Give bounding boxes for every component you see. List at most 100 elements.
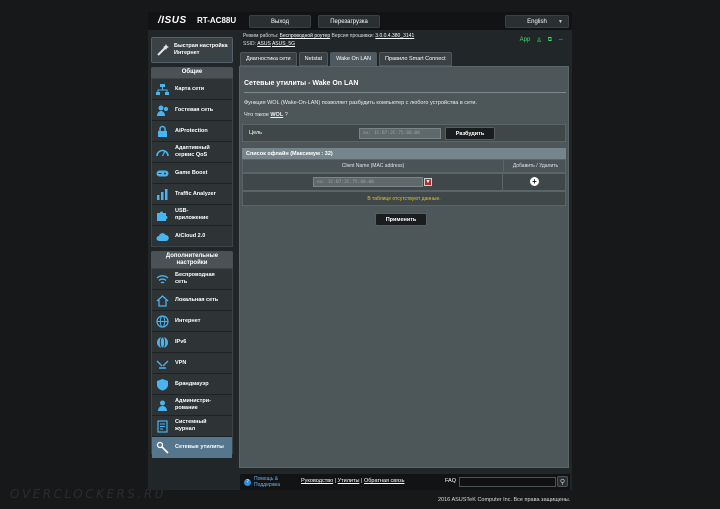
tab-network-diagnostics[interactable]: Диагностика сети: [240, 52, 297, 66]
home-icon: [156, 294, 169, 307]
help-support-link[interactable]: ? Помощь & Поддержка: [244, 476, 280, 488]
system-log-icon: [157, 419, 168, 433]
sidebar-item-lan[interactable]: Локальная сеть: [152, 290, 232, 311]
client-dropdown-button[interactable]: ▼: [424, 178, 432, 186]
sidebar-item-label: Сетевые утилиты: [175, 444, 224, 450]
sidebar-item-wireless[interactable]: Беспроводная сеть: [152, 269, 232, 290]
aiprotection-lock-icon: [158, 125, 167, 137]
wol-faq-link[interactable]: WOL: [270, 112, 283, 118]
ssid-2g-link[interactable]: ASUS: [257, 41, 271, 47]
sidebar-item-adaptive-qos[interactable]: Адаптивный сервис QoS: [152, 142, 232, 163]
add-client-button[interactable]: +: [530, 177, 539, 186]
sidebar-item-label: Брандмауэр: [175, 380, 209, 387]
column-client-name: Client Name (MAC address): [341, 163, 405, 169]
app-label[interactable]: App: [520, 37, 531, 44]
reboot-button[interactable]: Перезагрузка: [318, 15, 380, 28]
tab-smart-connect-rule[interactable]: Правило Smart Connect: [379, 52, 452, 66]
sidebar-item-vpn[interactable]: VPN: [152, 353, 232, 374]
traffic-analyzer-icon: [157, 188, 168, 200]
usb-puzzle-icon: [157, 211, 168, 221]
sidebar-item-label: Системный: [175, 419, 207, 425]
usb-status-icon[interactable]: ⇔: [558, 37, 564, 44]
page-title: Сетевые утилиты - Wake On LAN: [244, 80, 359, 87]
main-panel: Сетевые утилиты - Wake On LAN Функция WO…: [239, 66, 569, 468]
watermark: OVERCLOCKERS.RU: [10, 487, 166, 501]
sidebar-general: Карта сети Гостевая сеть AiProtection Ад…: [151, 78, 233, 247]
language-value: English: [527, 18, 547, 25]
mode-link[interactable]: Беспроводной роутер: [280, 33, 331, 39]
sidebar-item-label-line2: сервис QoS: [175, 152, 208, 158]
sidebar-item-label: IPv6: [175, 338, 187, 345]
sidebar-item-label: Карта сети: [175, 85, 205, 92]
sidebar-item-game-boost[interactable]: Game Boost: [152, 163, 232, 184]
target-row: Цель ex: 1C:B7:2C:75:00:00 Разбудить: [242, 124, 566, 142]
help-label-line2: Поддержка: [254, 482, 281, 488]
tab-netstat[interactable]: Netstat: [298, 52, 329, 66]
offline-list-title: Список офлайн (Максимум : 32): [242, 148, 566, 159]
utilities-link[interactable]: Утилиты: [338, 478, 360, 484]
column-separator: [502, 174, 503, 190]
sidebar-item-label-line2: рование: [175, 405, 198, 411]
chevron-down-icon: ▼: [558, 19, 563, 25]
wol-question-suffix: ?: [284, 112, 288, 118]
wifi-icon: [156, 274, 169, 284]
sidebar-item-administration[interactable]: Администри-рование: [152, 395, 232, 416]
sidebar-item-label: Гостевая сеть: [175, 106, 214, 113]
sidebar-item-traffic-analyzer[interactable]: Traffic Analyzer: [152, 184, 232, 205]
top-bar: /ISUS RT-AC88U Выход Перезагрузка Englis…: [148, 12, 572, 30]
quick-internet-setup-button[interactable]: Быстрая настройка Интернет: [151, 37, 233, 63]
qis-label-line1: Быстрая настройка: [174, 43, 228, 49]
copyright-text: 2016 ASUSTeK Computer Inc. Все права защ…: [438, 497, 571, 503]
sidebar-item-label: AiProtection: [175, 127, 208, 134]
asus-logo: /ISUS: [158, 15, 187, 26]
general-section-title: Общие: [151, 67, 233, 78]
sidebar-item-firewall[interactable]: Брандмауэр: [152, 374, 232, 395]
apply-button[interactable]: Применить: [375, 213, 427, 226]
mode-label: Режим работы:: [243, 33, 279, 39]
target-mac-input[interactable]: ex: 1C:B7:2C:75:00:00: [359, 128, 441, 139]
ssid-5g-link[interactable]: ASUS_5G: [272, 41, 295, 47]
firmware-link[interactable]: 3.0.0.4.380_3141: [375, 33, 414, 39]
sidebar-item-label: Traffic Analyzer: [175, 190, 216, 197]
sidebar-item-network-tools[interactable]: Сетевые утилиты: [152, 437, 232, 458]
status-icons: App ♙ ⧉ ⇔: [520, 37, 564, 44]
language-select[interactable]: English ▼: [505, 15, 569, 28]
sidebar-item-internet[interactable]: Интернет: [152, 311, 232, 332]
sidebar-item-label: Game Boost: [175, 169, 208, 176]
sidebar-item-guest-network[interactable]: Гостевая сеть: [152, 100, 232, 121]
network-map-icon: [156, 83, 169, 95]
logout-button[interactable]: Выход: [249, 15, 311, 28]
feedback-link[interactable]: Обратная связь: [364, 478, 405, 484]
faq-search-button[interactable]: ⚲: [557, 476, 568, 487]
sidebar-item-ipv6[interactable]: IPv6: [152, 332, 232, 353]
sidebar-item-label-line2: приложение: [175, 215, 209, 221]
sidebar-item-aicloud[interactable]: AiCloud 2.0: [152, 226, 232, 247]
offline-list-input-row: ex: 1C:B7:2C:75:00:00 ▼ +: [242, 173, 566, 191]
sidebar-item-usb-app[interactable]: USB-приложение: [152, 205, 232, 226]
sidebar-item-system-log[interactable]: Системный журнал: [152, 416, 232, 437]
offline-list-header: Client Name (MAC address) Добавить / Уда…: [242, 159, 566, 173]
vpn-icon: [156, 360, 169, 369]
sidebar-item-label: Администри-: [175, 398, 211, 404]
ssid-label: SSID:: [243, 41, 257, 47]
qis-label-line2: Интернет: [174, 50, 200, 56]
column-add-delete: Добавить / Удалить: [503, 160, 567, 172]
user-status-icon[interactable]: ♙: [536, 37, 541, 44]
chevron-down-icon: ▼: [425, 179, 431, 185]
faq-search-input[interactable]: [459, 477, 556, 487]
sidebar-item-aiprotection[interactable]: AiProtection: [152, 121, 232, 142]
copy-status-icon[interactable]: ⧉: [548, 37, 552, 44]
sidebar-item-network-map[interactable]: Карта сети: [152, 79, 232, 100]
guest-network-icon: [157, 105, 168, 116]
sidebar-item-label: Интернет: [175, 317, 201, 324]
wake-button[interactable]: Разбудить: [445, 127, 495, 140]
qos-gauge-icon: [156, 149, 169, 156]
advanced-section-title: Дополнительные настройки: [151, 251, 233, 268]
globe-icon: [156, 314, 169, 328]
manual-link[interactable]: Руководство: [301, 478, 333, 484]
router-admin-window: /ISUS RT-AC88U Выход Перезагрузка Englis…: [148, 12, 572, 490]
tab-wake-on-lan[interactable]: Wake On LAN: [330, 52, 378, 66]
footer-bar: ? Помощь & Поддержка Руководство | Утилит…: [240, 474, 570, 490]
footer-separator: |: [361, 478, 363, 484]
client-mac-input[interactable]: ex: 1C:B7:2C:75:00:00: [313, 177, 423, 187]
